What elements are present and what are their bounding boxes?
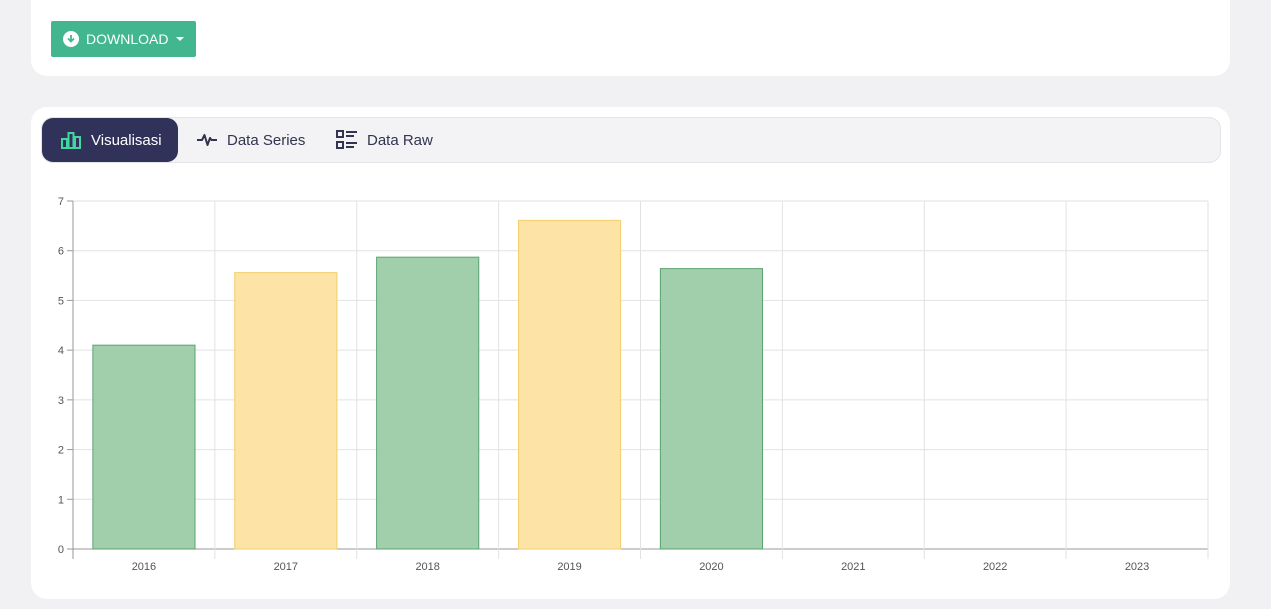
bar <box>659 268 764 550</box>
x-tick-label: 2019 <box>557 561 581 573</box>
chevron-down-icon <box>176 37 185 41</box>
x-tick-label: 2023 <box>1125 561 1149 573</box>
x-tick-label: 2020 <box>699 561 723 573</box>
download-button[interactable]: DOWNLOAD <box>51 21 196 57</box>
bar <box>92 344 196 550</box>
bar <box>234 272 338 550</box>
download-label: DOWNLOAD <box>86 31 169 47</box>
bar <box>517 219 622 550</box>
x-tick-label: 2016 <box>132 561 156 573</box>
y-tick-label: 2 <box>58 445 64 457</box>
download-icon <box>63 31 79 47</box>
y-tick-label: 5 <box>58 295 64 307</box>
x-tick-label: 2021 <box>841 561 865 573</box>
y-tick-label: 3 <box>58 395 64 407</box>
y-tick-label: 0 <box>58 544 64 556</box>
download-card: DOWNLOAD <box>31 0 1230 76</box>
y-tick-label: 1 <box>58 494 64 506</box>
x-tick-label: 2018 <box>415 561 439 573</box>
chart-card: Visualisasi Data Series Data Raw 0123456… <box>31 107 1230 599</box>
x-tick-label: 2022 <box>983 561 1007 573</box>
bar-chart: 0 1 2 3 4 5 6 7 2016 2017 2018 2019 2020 2021 2022 2023 <box>58 196 1209 573</box>
y-tick-label: 7 <box>58 196 64 208</box>
y-tick-label: 6 <box>58 246 64 258</box>
bar <box>376 256 480 550</box>
x-tick-label: 2017 <box>274 561 298 573</box>
y-tick-label: 4 <box>58 345 64 357</box>
